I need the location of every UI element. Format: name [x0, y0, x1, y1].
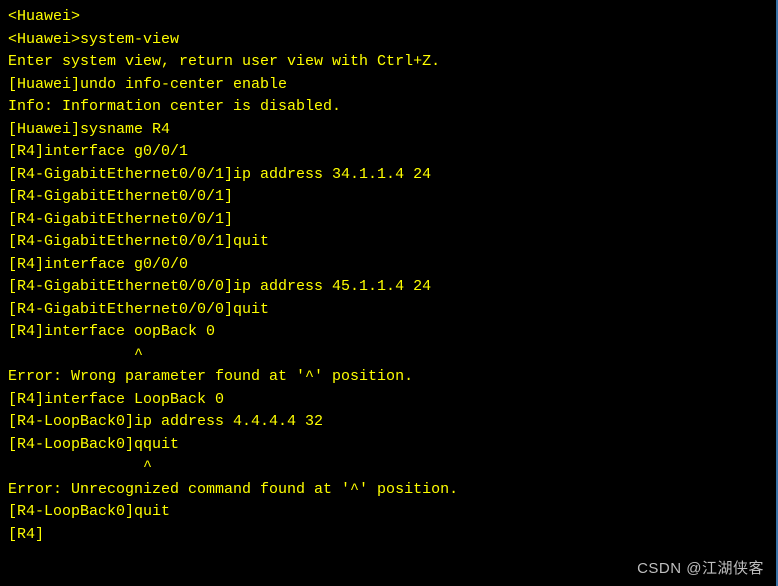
- terminal-line: [R4]: [8, 524, 768, 547]
- terminal-line: <Huawei>system-view: [8, 29, 768, 52]
- terminal-output[interactable]: <Huawei><Huawei>system-viewEnter system …: [8, 6, 768, 546]
- terminal-line: [R4-LoopBack0]quit: [8, 501, 768, 524]
- terminal-line: [R4-GigabitEthernet0/0/1]: [8, 209, 768, 232]
- terminal-line: [R4]interface g0/0/1: [8, 141, 768, 164]
- terminal-line: [R4-GigabitEthernet0/0/1]quit: [8, 231, 768, 254]
- terminal-line: ^: [8, 456, 768, 479]
- terminal-line: Error: Unrecognized command found at '^'…: [8, 479, 768, 502]
- terminal-line: [R4-GigabitEthernet0/0/0]quit: [8, 299, 768, 322]
- terminal-line: ^: [8, 344, 768, 367]
- terminal-line: [R4]interface g0/0/0: [8, 254, 768, 277]
- terminal-line: [R4-GigabitEthernet0/0/0]ip address 45.1…: [8, 276, 768, 299]
- terminal-line: [Huawei]undo info-center enable: [8, 74, 768, 97]
- watermark-text: CSDN @江湖侠客: [637, 558, 764, 581]
- terminal-line: Enter system view, return user view with…: [8, 51, 768, 74]
- terminal-line: Error: Wrong parameter found at '^' posi…: [8, 366, 768, 389]
- terminal-line: [R4]interface oopBack 0: [8, 321, 768, 344]
- terminal-line: [R4]interface LoopBack 0: [8, 389, 768, 412]
- terminal-line: [R4-GigabitEthernet0/0/1]: [8, 186, 768, 209]
- terminal-line: [R4-GigabitEthernet0/0/1]ip address 34.1…: [8, 164, 768, 187]
- terminal-line: Info: Information center is disabled.: [8, 96, 768, 119]
- terminal-line: [Huawei]sysname R4: [8, 119, 768, 142]
- terminal-line: [R4-LoopBack0]qquit: [8, 434, 768, 457]
- terminal-line: <Huawei>: [8, 6, 768, 29]
- terminal-line: [R4-LoopBack0]ip address 4.4.4.4 32: [8, 411, 768, 434]
